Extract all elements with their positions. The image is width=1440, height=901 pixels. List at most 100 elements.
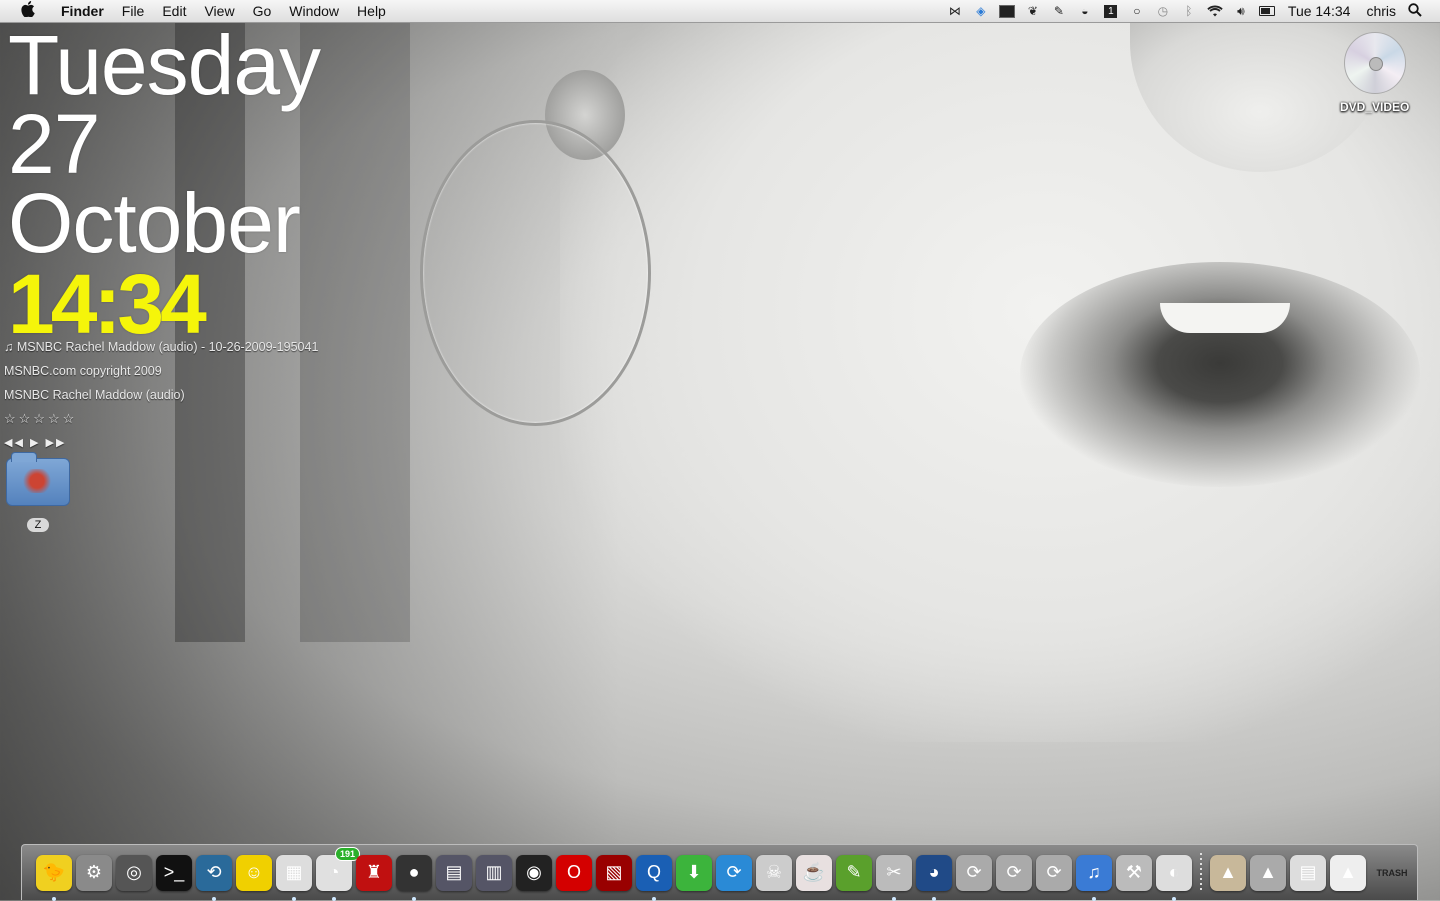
time-text: 14:34 bbox=[8, 256, 207, 351]
teacup-icon[interactable]: ☕ bbox=[796, 854, 832, 891]
preview-glyph: ▦ bbox=[285, 862, 303, 882]
photo-app-glyph: ▤ bbox=[445, 862, 463, 882]
utility-tools-icon[interactable]: ✂ bbox=[876, 854, 912, 901]
volume-icon[interactable]: 🔊︎ bbox=[1233, 4, 1249, 18]
opera-glyph: O bbox=[566, 862, 581, 882]
sync-arrows-3-glyph: ⟳ bbox=[1046, 862, 1062, 882]
photo-booth-glyph: ▧ bbox=[605, 862, 623, 882]
dock-separator bbox=[1200, 852, 1202, 893]
folder-z[interactable]: Z bbox=[6, 452, 70, 532]
sync-glyph: ⟳ bbox=[726, 862, 742, 882]
drive-icon[interactable]: ◒ bbox=[1077, 4, 1093, 18]
documents-stack-icon[interactable]: ▤ bbox=[1290, 854, 1326, 891]
photo-booth-icon[interactable]: ▧ bbox=[596, 854, 632, 891]
dvd-video-volume[interactable]: DVD_VIDEO bbox=[1340, 32, 1409, 114]
sync-arrows-2-icon[interactable]: ⟳ bbox=[996, 854, 1032, 891]
paw-icon[interactable]: ❦ bbox=[1025, 4, 1041, 18]
downloads-stack-icon[interactable]: ▲ bbox=[1330, 854, 1366, 891]
terminal-glyph: >_ bbox=[163, 862, 185, 882]
dropbox-icon[interactable]: ◈ bbox=[973, 4, 989, 18]
istat-gauge-glyph: ◎ bbox=[126, 862, 142, 882]
chat-bubble-icon[interactable]: ○ bbox=[1129, 4, 1145, 18]
battery-icon[interactable] bbox=[1258, 4, 1275, 18]
one-icon[interactable]: 1 bbox=[1103, 4, 1119, 18]
quicktime-glyph: Q bbox=[646, 862, 661, 882]
sync-arrows-3-icon[interactable]: ⟳ bbox=[1036, 854, 1072, 891]
speaker-glyph: ◉ bbox=[526, 862, 542, 882]
evernote-glyph: ✎ bbox=[846, 862, 862, 882]
applications-stack-glyph: ▲ bbox=[1219, 862, 1237, 882]
wallpaper-teeth bbox=[1160, 303, 1290, 333]
download-glyph: ⬇ bbox=[686, 862, 702, 882]
sync-arrows-1-glyph: ⟳ bbox=[966, 862, 982, 882]
dvd-label: DVD_VIDEO bbox=[1340, 100, 1410, 114]
red-chair-glyph: ♜ bbox=[365, 862, 383, 882]
menu-help[interactable]: Help bbox=[348, 0, 395, 22]
evernote-icon[interactable]: ✎ bbox=[836, 854, 872, 891]
track-album: MSNBC Rachel Maddow (audio) bbox=[4, 388, 185, 402]
itunes-glyph: ♫ bbox=[1087, 862, 1101, 882]
adium-smiley-icon[interactable]: ☺ bbox=[236, 854, 272, 891]
preview-icon[interactable]: ▦ bbox=[276, 854, 312, 901]
firefox-glyph: ◕ bbox=[928, 862, 940, 882]
time-machine-icon[interactable]: ◷ bbox=[1155, 4, 1171, 18]
trash-icon[interactable]: TRASH bbox=[1370, 855, 1414, 891]
dvd-player-icon[interactable]: ◐ bbox=[1156, 854, 1192, 901]
tweety-glyph: 🐤 bbox=[42, 862, 66, 882]
video-chat-icon[interactable]: ● bbox=[396, 854, 432, 901]
wallpaper-earring bbox=[420, 120, 651, 426]
time-machine-glyph: ⟲ bbox=[206, 862, 222, 882]
downloads-stack-glyph: ▲ bbox=[1339, 862, 1357, 882]
sync-icon[interactable]: ⟳ bbox=[716, 854, 752, 891]
status-area: ⋈ ◈ ❦ ✎ ◒ 1 ○ ◷ ᛒ 🔊︎ Tue 14:34 chris bbox=[942, 0, 1440, 22]
maintenance-robot-glyph: ⚒ bbox=[1125, 862, 1143, 882]
firefox-icon[interactable]: ◕ bbox=[916, 854, 952, 901]
day-text: 27 bbox=[8, 96, 100, 191]
tweety-icon[interactable]: 🐤 bbox=[36, 854, 72, 901]
sync-arrows-1-icon[interactable]: ⟳ bbox=[956, 854, 992, 891]
date-widget: Tuesday 27 October 14:34 bbox=[8, 23, 321, 351]
dvd-disc-icon bbox=[1343, 32, 1406, 94]
rss-reader-icon[interactable]: ◔ 191 bbox=[316, 846, 360, 901]
utility-tools-glyph: ✂ bbox=[886, 862, 902, 882]
adium-smiley-glyph: ☺ bbox=[244, 862, 264, 882]
menubar-clock[interactable]: Tue 14:34 bbox=[1288, 3, 1351, 19]
quicktime-icon[interactable]: Q bbox=[636, 854, 672, 901]
user-menu[interactable]: chris bbox=[1366, 3, 1396, 19]
playback-controls[interactable]: ◀◀ ▶ ▶▶ bbox=[4, 434, 318, 458]
now-playing-widget: ♫ MSNBC Rachel Maddow (audio) - 10-26-20… bbox=[4, 338, 318, 458]
sync-arrows-2-glyph: ⟳ bbox=[1006, 862, 1022, 882]
dock: 🐤 ⚙ ◎ >_ ⟲ ☺ ▦ ◔ 191 ♜ ● ▤ ▥ ◉ O ▧ Q ⬇ ⟳ ☠ ☕ ✎ ✂ ◕ ⟳ ⟳ ⟳ ♫ ⚒ ◐ ▲ ▲ ▤ ▲ TRA… bbox=[21, 844, 1418, 901]
speaker-icon[interactable]: ◉ bbox=[516, 854, 552, 891]
teacup-glyph: ☕ bbox=[802, 862, 826, 882]
applications-stack-icon[interactable]: ▲ bbox=[1210, 854, 1246, 891]
kaws-figure-glyph: ☠ bbox=[765, 862, 783, 882]
magnifier-icon[interactable] bbox=[1408, 2, 1422, 20]
utilities-stack-icon[interactable]: ▲ bbox=[1250, 854, 1286, 891]
system-preferences-icon[interactable]: ⚙ bbox=[76, 854, 112, 891]
trash-label: TRASH bbox=[1376, 867, 1408, 878]
time-machine-icon[interactable]: ⟲ bbox=[196, 854, 232, 901]
kaws-figure-icon[interactable]: ☠ bbox=[756, 854, 792, 891]
track-title: ♫ MSNBC Rachel Maddow (audio) - 10-26-20… bbox=[4, 340, 319, 354]
itunes-icon[interactable]: ♫ bbox=[1076, 854, 1112, 901]
photo-app-icon[interactable]: ▤ bbox=[436, 854, 472, 891]
evernote-icon[interactable]: ✎ bbox=[1051, 4, 1067, 18]
wifi-icon[interactable] bbox=[1207, 4, 1223, 18]
wallpaper-lips bbox=[1020, 262, 1420, 487]
rating-stars[interactable]: ☆☆☆☆☆ bbox=[4, 410, 318, 434]
rss-reader-glyph: ◔ bbox=[328, 862, 340, 882]
folder-icon bbox=[6, 452, 70, 506]
terminal-icon[interactable] bbox=[998, 4, 1015, 18]
bluetooth-icon[interactable]: ᛒ bbox=[1181, 4, 1197, 18]
dashboard-icon[interactable]: ▥ bbox=[476, 854, 512, 891]
maintenance-robot-icon[interactable]: ⚒ bbox=[1116, 854, 1152, 891]
opera-icon[interactable]: O bbox=[556, 854, 592, 891]
terminal-icon[interactable]: >_ bbox=[156, 854, 192, 891]
download-icon[interactable]: ⬇ bbox=[676, 854, 712, 891]
istat-gauge-icon[interactable]: ◎ bbox=[116, 854, 152, 891]
red-chair-icon[interactable]: ♜ bbox=[356, 854, 392, 891]
butterfly-icon[interactable]: ⋈ bbox=[947, 4, 963, 18]
utilities-stack-glyph: ▲ bbox=[1259, 862, 1277, 882]
folder-label: Z bbox=[26, 518, 50, 532]
